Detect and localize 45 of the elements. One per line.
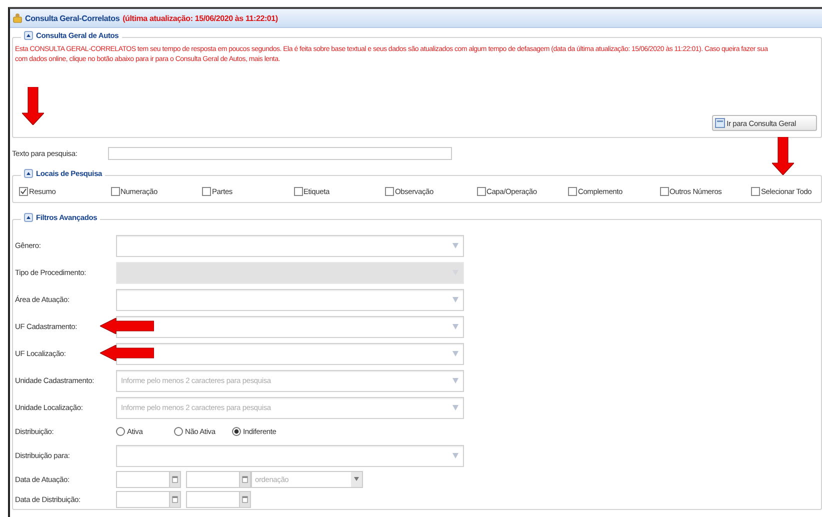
calendar-icon <box>242 476 248 482</box>
collapse-icon[interactable] <box>24 31 33 40</box>
app-icon <box>13 13 22 23</box>
search-field[interactable] <box>108 147 452 160</box>
annotation-arrow <box>100 318 154 334</box>
checkbox[interactable] <box>294 187 302 196</box>
dropdown-icon <box>354 477 359 481</box>
dropdown-field[interactable] <box>116 316 464 338</box>
annotation-arrow <box>22 87 44 125</box>
dropdown-icon <box>452 404 459 411</box>
checkbox[interactable] <box>385 187 394 196</box>
collapse-icon[interactable] <box>24 169 33 178</box>
checkbox[interactable] <box>202 187 211 196</box>
dropdown-icon <box>452 350 459 357</box>
calendar-icon <box>172 496 178 502</box>
radio-button[interactable] <box>232 427 241 436</box>
annotation-arrow <box>772 137 794 175</box>
dropdown-field[interactable] <box>116 444 464 466</box>
date-field[interactable] <box>186 490 251 508</box>
dropdown-icon <box>452 377 459 384</box>
calendar-icon <box>172 476 178 482</box>
update-notice: (última atualização: 15/06/2020 às 11:22:01) <box>122 14 278 22</box>
dropdown-field[interactable] <box>116 288 464 310</box>
dropdown-field[interactable] <box>116 342 464 364</box>
date-field[interactable] <box>116 490 181 508</box>
dropdown-icon <box>452 323 459 330</box>
checkbox[interactable] <box>19 187 28 196</box>
checkbox[interactable] <box>110 187 120 196</box>
dropdown-icon <box>452 242 459 249</box>
collapse-icon[interactable] <box>24 213 33 222</box>
window-icon <box>714 118 725 128</box>
annotation-arrow <box>100 345 154 361</box>
radio-button[interactable] <box>174 427 183 436</box>
checkbox[interactable] <box>751 187 760 196</box>
date-field[interactable] <box>186 470 251 488</box>
calendar-icon <box>242 496 248 502</box>
checkbox[interactable] <box>568 187 577 196</box>
radio-button[interactable] <box>116 427 125 436</box>
checkbox[interactable] <box>476 187 486 196</box>
dropdown-icon <box>452 296 459 303</box>
date-field[interactable] <box>116 470 181 488</box>
window-title: Consulta Geral-Correlatos <box>25 14 120 22</box>
dropdown-field[interactable] <box>116 234 464 256</box>
checkbox[interactable] <box>660 187 668 196</box>
dropdown-icon <box>452 452 459 459</box>
